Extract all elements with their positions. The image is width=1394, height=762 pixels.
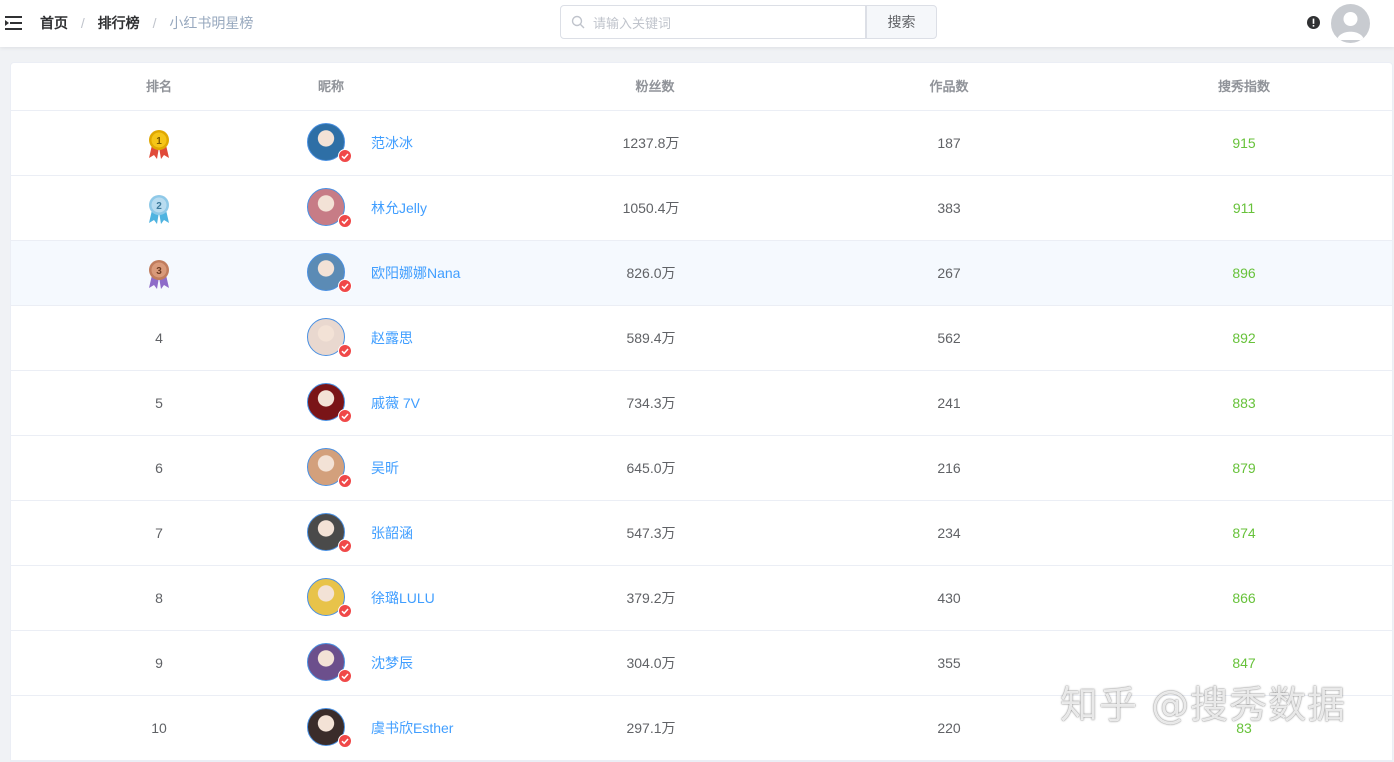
verified-check-icon bbox=[338, 734, 352, 748]
nickname-link[interactable]: 欧阳娜娜Nana bbox=[371, 241, 460, 305]
verified-check-icon bbox=[338, 149, 352, 163]
fans-cell: 547.3万 bbox=[626, 525, 676, 541]
works-cell: 267 bbox=[937, 265, 961, 281]
silver-medal-icon: 2 bbox=[149, 195, 169, 224]
fans-cell: 589.4万 bbox=[626, 330, 676, 346]
works-cell: 383 bbox=[937, 200, 961, 216]
works-cell: 187 bbox=[937, 135, 961, 151]
menu-fold-icon[interactable] bbox=[5, 13, 23, 33]
fans-cell: 304.0万 bbox=[626, 655, 676, 671]
column-header-nickname[interactable]: 昵称 bbox=[231, 63, 431, 111]
nickname-link[interactable]: 虞书欣Esther bbox=[371, 696, 453, 760]
works-cell: 216 bbox=[937, 460, 961, 476]
rank-cell: 8 bbox=[155, 590, 163, 606]
works-cell: 355 bbox=[937, 655, 961, 671]
nickname-link[interactable]: 吴昕 bbox=[371, 436, 399, 500]
breadcrumb-home[interactable]: 首页 bbox=[40, 14, 68, 32]
breadcrumb: 首页 / 排行榜 / 小红书明星榜 bbox=[40, 14, 253, 32]
table-header: 排名 昵称 粉丝数 作品数 搜秀指数 bbox=[11, 63, 1392, 111]
nickname-link[interactable]: 林允Jelly bbox=[371, 176, 427, 240]
index-cell: 911 bbox=[1232, 200, 1256, 216]
table-row[interactable]: 3 欧阳娜娜Nana 826.0万 267 896 bbox=[11, 241, 1392, 306]
column-header-works[interactable]: 作品数 bbox=[849, 63, 1049, 111]
nickname-link[interactable]: 赵露思 bbox=[371, 306, 413, 370]
search-field[interactable] bbox=[560, 5, 866, 40]
fans-cell: 1050.4万 bbox=[622, 200, 680, 216]
exclamation-circle-icon[interactable] bbox=[1307, 16, 1320, 29]
breadcrumb-ranking[interactable]: 排行榜 bbox=[98, 14, 140, 32]
column-header-rank[interactable]: 排名 bbox=[59, 63, 259, 111]
rank-cell: 6 bbox=[155, 460, 163, 476]
table-row[interactable]: 2 林允Jelly 1050.4万 383 911 bbox=[11, 176, 1392, 241]
nickname-link[interactable]: 戚薇 7V bbox=[371, 371, 420, 435]
index-cell: 879 bbox=[1232, 460, 1256, 476]
top-navbar: 首页 / 排行榜 / 小红书明星榜 搜索 bbox=[0, 0, 1394, 47]
index-cell: 915 bbox=[1232, 135, 1256, 151]
search-input[interactable] bbox=[591, 6, 865, 40]
verified-check-icon bbox=[338, 409, 352, 423]
nickname-link[interactable]: 沈梦辰 bbox=[371, 631, 413, 695]
user-avatar-icon[interactable] bbox=[1331, 4, 1370, 43]
medal-rank-number: 1 bbox=[156, 136, 162, 147]
index-cell: 866 bbox=[1232, 590, 1256, 606]
works-cell: 234 bbox=[937, 525, 961, 541]
fans-cell: 379.2万 bbox=[626, 590, 676, 606]
works-cell: 430 bbox=[937, 590, 961, 606]
ranking-table: 排名 昵称 粉丝数 作品数 搜秀指数 1 范冰冰 1237.8万 187 915 2 林允J… bbox=[10, 62, 1393, 762]
rank-cell: 9 bbox=[155, 655, 163, 671]
table-row[interactable]: 6 吴昕 645.0万 216 879 bbox=[11, 436, 1392, 501]
fans-cell: 734.3万 bbox=[626, 395, 676, 411]
index-cell: 892 bbox=[1232, 330, 1256, 346]
verified-check-icon bbox=[338, 474, 352, 488]
table-row[interactable]: 5 戚薇 7V 734.3万 241 883 bbox=[11, 371, 1392, 436]
search-button[interactable]: 搜索 bbox=[866, 5, 937, 39]
search-icon bbox=[571, 15, 585, 29]
works-cell: 562 bbox=[937, 330, 961, 346]
verified-check-icon bbox=[338, 669, 352, 683]
rank-cell: 4 bbox=[155, 330, 163, 346]
verified-check-icon bbox=[338, 344, 352, 358]
fans-cell: 826.0万 bbox=[626, 265, 676, 281]
verified-check-icon bbox=[338, 279, 352, 293]
verified-check-icon bbox=[338, 539, 352, 553]
medal-rank-number: 2 bbox=[156, 201, 162, 212]
table-row[interactable]: 1 范冰冰 1237.8万 187 915 bbox=[11, 111, 1392, 176]
fans-cell: 1237.8万 bbox=[622, 135, 680, 151]
rank-cell: 10 bbox=[151, 720, 167, 736]
column-header-fans[interactable]: 粉丝数 bbox=[555, 63, 755, 111]
fans-cell: 297.1万 bbox=[626, 720, 676, 736]
breadcrumb-separator: / bbox=[152, 15, 157, 31]
index-cell: 874 bbox=[1232, 525, 1256, 541]
table-row[interactable]: 7 张韶涵 547.3万 234 874 bbox=[11, 501, 1392, 566]
rank-cell: 7 bbox=[155, 525, 163, 541]
breadcrumb-separator: / bbox=[80, 15, 85, 31]
bronze-medal-icon: 3 bbox=[149, 260, 169, 289]
nickname-link[interactable]: 徐璐LULU bbox=[371, 566, 435, 630]
index-cell: 883 bbox=[1232, 395, 1256, 411]
index-cell: 896 bbox=[1232, 265, 1256, 281]
nickname-link[interactable]: 张韶涵 bbox=[371, 501, 413, 565]
verified-check-icon bbox=[338, 214, 352, 228]
table-row[interactable]: 4 赵露思 589.4万 562 892 bbox=[11, 306, 1392, 371]
table-row[interactable]: 8 徐璐LULU 379.2万 430 866 bbox=[11, 566, 1392, 631]
rank-cell: 5 bbox=[155, 395, 163, 411]
gold-medal-icon: 1 bbox=[149, 130, 169, 159]
medal-rank-number: 3 bbox=[156, 266, 162, 277]
works-cell: 220 bbox=[937, 720, 961, 736]
user-silhouette-icon bbox=[1337, 12, 1364, 40]
works-cell: 241 bbox=[937, 395, 961, 411]
verified-check-icon bbox=[338, 604, 352, 618]
column-header-index[interactable]: 搜秀指数 bbox=[1144, 63, 1344, 111]
nickname-link[interactable]: 范冰冰 bbox=[371, 111, 413, 175]
fans-cell: 645.0万 bbox=[626, 460, 676, 476]
breadcrumb-current: 小红书明星榜 bbox=[169, 15, 254, 31]
watermark-text: 知乎 @搜秀数据 bbox=[1060, 683, 1347, 727]
